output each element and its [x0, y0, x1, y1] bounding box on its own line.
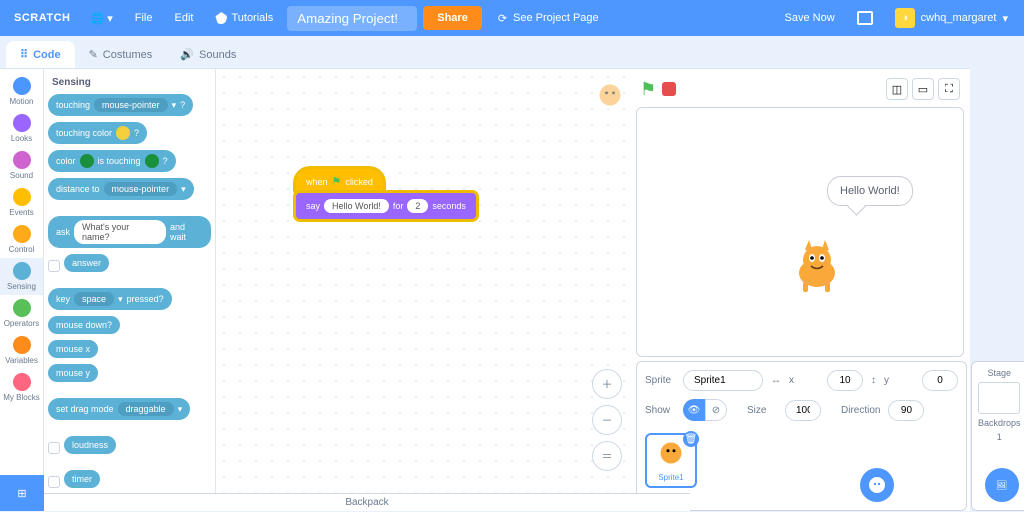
sprite-name-input[interactable]	[683, 370, 763, 391]
block-touching-color[interactable]: touching color?	[48, 122, 147, 144]
script-workspace[interactable]: when⚑clicked sayHello World!for2seconds …	[216, 69, 636, 511]
stage[interactable]: Hello World!	[636, 107, 964, 357]
block-ask[interactable]: askWhat's your name?and wait	[48, 216, 211, 248]
sprite-size-input[interactable]	[785, 400, 821, 421]
account-menu[interactable]: ◑ cwhq_margaret ▾	[887, 4, 1016, 32]
sprite-y-input[interactable]	[922, 370, 958, 391]
category-control[interactable]: Control	[0, 221, 43, 258]
editor-tabs: ⠿ Code ✎ Costumes 🔊 Sounds	[0, 36, 970, 68]
green-flag-button[interactable]: ⚑	[640, 79, 656, 100]
backpack-panel[interactable]: Backpack	[44, 493, 690, 511]
small-stage-button[interactable]: ◫	[886, 78, 908, 100]
code-icon: ⠿	[20, 48, 28, 61]
category-events[interactable]: Events	[0, 184, 43, 221]
delete-sprite-button[interactable]: 🗑	[683, 431, 699, 447]
lightbulb-icon	[215, 12, 227, 24]
save-now-button[interactable]: Save Now	[777, 8, 843, 28]
show-sprite-button[interactable]: 👁	[683, 399, 705, 421]
cat-sprite[interactable]	[787, 238, 847, 301]
menu-bar: SCRATCH 🌐 ▾ File Edit Tutorials Share ⟳ …	[0, 0, 1024, 36]
block-touching[interactable]: touchingmouse-pointer ▾ ?	[48, 94, 193, 116]
tab-code[interactable]: ⠿ Code	[6, 41, 75, 68]
category-motion[interactable]: Motion	[0, 73, 43, 110]
stage-controls: ⚑ ◫ ▭ ⛶	[636, 75, 964, 103]
zoom-in-button[interactable]: ＋	[592, 369, 622, 399]
category-looks[interactable]: Looks	[0, 110, 43, 147]
see-project-page-button[interactable]: ⟳ See Project Page	[488, 8, 609, 29]
language-menu[interactable]: 🌐 ▾	[82, 8, 120, 29]
stop-button[interactable]	[662, 82, 676, 96]
answer-checkbox[interactable]	[48, 260, 60, 272]
zoom-reset-button[interactable]: ＝	[592, 441, 622, 471]
fullscreen-button[interactable]: ⛶	[938, 78, 960, 100]
loudness-checkbox[interactable]	[48, 442, 60, 454]
block-mouse-down[interactable]: mouse down?	[48, 316, 120, 334]
sprite-x-input[interactable]	[827, 370, 863, 391]
add-extension-button[interactable]: ⊞	[0, 475, 44, 511]
category-variables[interactable]: Variables	[0, 332, 43, 369]
file-menu[interactable]: File	[127, 8, 161, 28]
block-set-drag-mode[interactable]: set drag modedraggable ▾	[48, 398, 190, 420]
category-myblocks[interactable]: My Blocks	[0, 369, 43, 406]
project-title-input[interactable]	[287, 6, 417, 31]
zoom-out-button[interactable]: －	[592, 405, 622, 435]
palette-heading: Sensing	[48, 75, 211, 94]
block-mouse-y[interactable]: mouse y	[48, 364, 98, 382]
tab-costumes[interactable]: ✎ Costumes	[75, 41, 167, 68]
tab-sounds[interactable]: 🔊 Sounds	[166, 41, 250, 68]
block-say-for-seconds[interactable]: sayHello World!for2seconds	[296, 193, 476, 219]
stage-thumb-panel: Stage Backdrops 1 🖼	[971, 361, 1024, 511]
share-button[interactable]: Share	[423, 6, 482, 30]
timer-checkbox[interactable]	[48, 476, 60, 488]
edit-menu[interactable]: Edit	[166, 8, 201, 28]
sprite-info-panel: Sprite ↔ x ↕ y Show 👁	[636, 361, 967, 511]
category-operators[interactable]: Operators	[0, 295, 43, 332]
avatar-icon: ◑	[895, 8, 915, 28]
xy-arrows-icon: ↔	[771, 375, 781, 386]
my-stuff-button[interactable]	[849, 7, 881, 29]
block-color-touching[interactable]: coloris touching?	[48, 150, 176, 172]
scratch-logo[interactable]: SCRATCH	[8, 12, 76, 24]
expand-icon: ⟳	[498, 12, 507, 25]
large-stage-button[interactable]: ▭	[912, 78, 934, 100]
sprite-tile-sprite1[interactable]: 🗑 Sprite1	[645, 433, 697, 488]
block-distance-to[interactable]: distance tomouse-pointer ▾	[48, 178, 194, 200]
category-sound[interactable]: Sound	[0, 147, 43, 184]
add-backdrop-button[interactable]: 🖼	[985, 468, 1019, 502]
hide-sprite-button[interactable]: ⊘	[705, 399, 727, 421]
sprite-direction-input[interactable]	[888, 400, 924, 421]
block-palette: Sensing touchingmouse-pointer ▾ ? touchi…	[44, 69, 216, 511]
sprite-label: Sprite	[645, 375, 675, 386]
block-key-pressed[interactable]: keyspace ▾ pressed?	[48, 288, 172, 310]
add-sprite-button[interactable]	[860, 468, 894, 502]
flag-icon: ⚑	[332, 175, 342, 188]
script-stack[interactable]: when⚑clicked sayHello World!for2seconds	[296, 169, 476, 219]
block-when-flag-clicked[interactable]: when⚑clicked	[296, 169, 383, 194]
brush-icon: ✎	[89, 48, 98, 61]
y-arrow-icon: ↕	[871, 375, 876, 386]
block-mouse-x[interactable]: mouse x	[48, 340, 98, 358]
tutorials-button[interactable]: Tutorials	[207, 8, 281, 28]
sprite-thumb-icon	[596, 81, 624, 109]
block-answer[interactable]: answer	[64, 254, 109, 272]
tutorials-label: Tutorials	[231, 12, 273, 24]
block-categories: Motion Looks Sound Events Control Sensin…	[0, 69, 44, 511]
stage-thumbnail[interactable]	[978, 382, 1020, 414]
speaker-icon: 🔊	[180, 48, 194, 61]
block-loudness[interactable]: loudness	[64, 436, 116, 454]
block-timer[interactable]: timer	[64, 470, 100, 488]
folder-icon	[857, 11, 873, 25]
category-sensing[interactable]: Sensing	[0, 258, 43, 295]
speech-bubble: Hello World!	[827, 176, 913, 206]
